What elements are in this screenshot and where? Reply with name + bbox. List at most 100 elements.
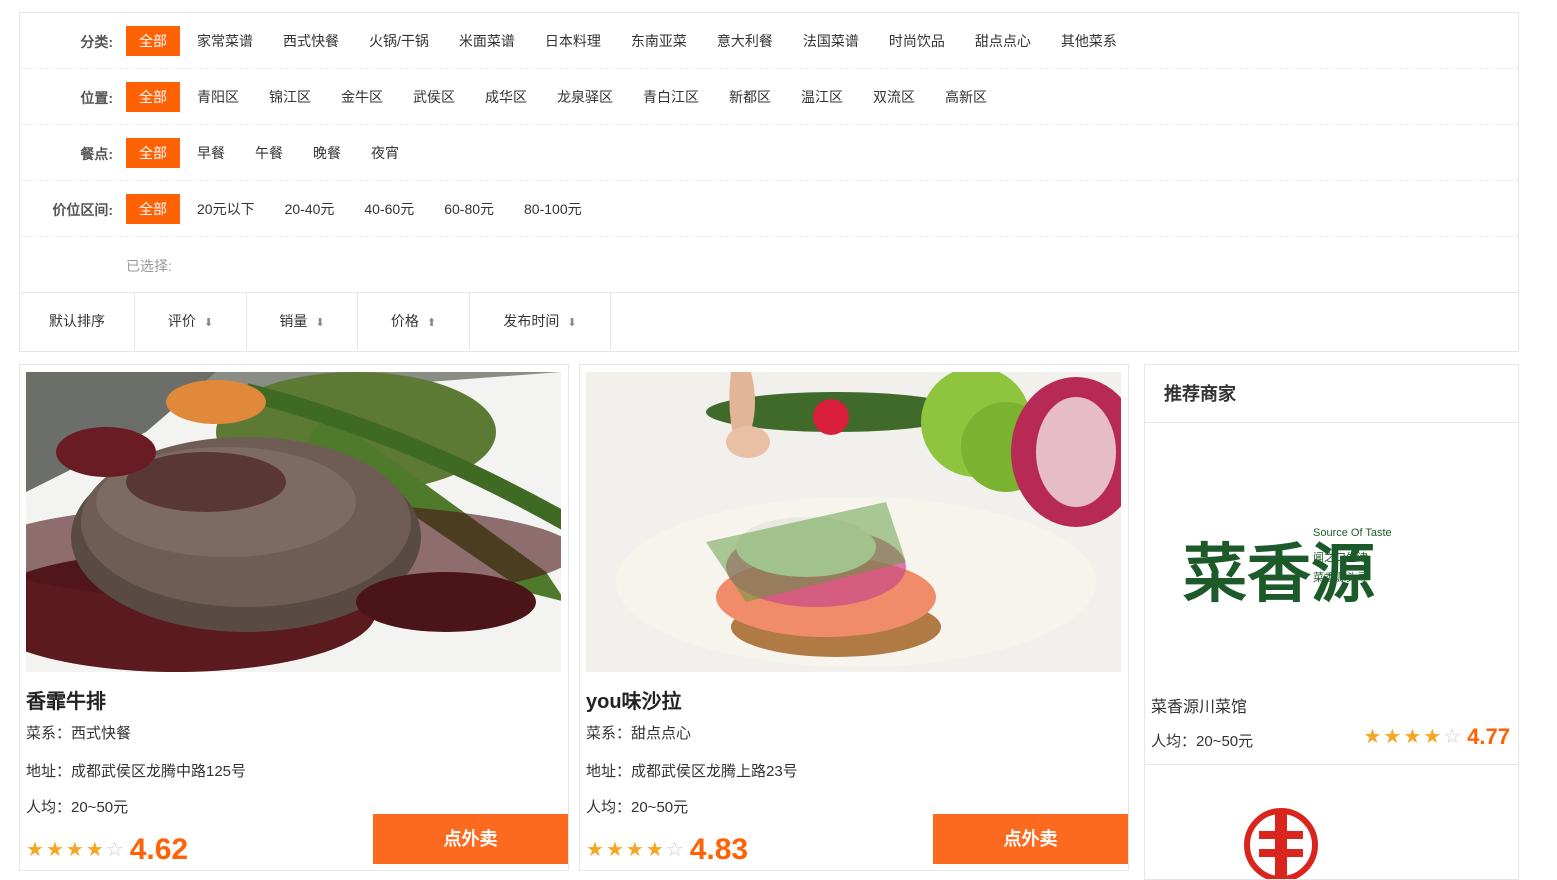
arrow-down-icon: ⬇	[315, 317, 325, 329]
star-filled-icon: ★	[625, 839, 644, 861]
filter-option[interactable]: 80-100元	[511, 194, 595, 224]
filter-label: 分类:	[80, 34, 113, 50]
filter-option[interactable]: 40-60元	[351, 194, 427, 224]
svg-text:闻之口生津: 闻之口生津	[1313, 550, 1368, 564]
merchant-name[interactable]: 菜香源川菜馆	[1151, 693, 1247, 717]
filter-option[interactable]: 成华区	[472, 82, 540, 112]
recommended-merchants-panel: 推荐商家 菜香源 Source Of Taste 闻之口生津 菜香源头寻 菜香源…	[1144, 364, 1519, 880]
salad-photo[interactable]	[586, 372, 1121, 672]
sort-option[interactable]: 发布时间 ⬇	[470, 293, 611, 350]
merchant-card[interactable]	[1145, 765, 1518, 879]
filter-options: 全部 青阳区 锦江区 金牛区 武侯区 成华区 龙泉驿区 青白江区 新都区 温江区 双流区 高新区	[126, 82, 1004, 112]
dish-rating: ★ ★ ★ ★ ☆ 4.62	[26, 835, 188, 865]
filter-option[interactable]: 双流区	[860, 82, 928, 112]
filter-option[interactable]: 锦江区	[256, 82, 324, 112]
merchant-score: 4.77	[1467, 724, 1510, 749]
filter-option[interactable]: 夜宵	[358, 138, 412, 168]
filter-option[interactable]: 火锅/干锅	[356, 26, 442, 56]
dish-name[interactable]: you味沙拉	[586, 685, 682, 714]
star-filled-icon: ★	[1383, 726, 1402, 748]
sort-label: 销量	[279, 313, 308, 329]
filter-row-meal: 餐点: 全部 早餐 午餐 晚餐 夜宵	[20, 125, 1518, 181]
sort-option[interactable]: 价格 ⬆	[358, 293, 470, 350]
svg-text:Source Of Taste: Source Of Taste	[1313, 527, 1392, 539]
filter-option[interactable]: 日本料理	[532, 26, 614, 56]
star-filled-icon: ★	[65, 839, 84, 861]
filter-option[interactable]: 法国菜谱	[790, 26, 872, 56]
sort-bar: 默认排序 评价 ⬇ 销量 ⬇ 价格 ⬆ 发布时间 ⬇	[20, 293, 1518, 350]
filter-option[interactable]: 米面菜谱	[446, 26, 528, 56]
rating-stars: ★ ★ ★ ★ ☆	[1363, 726, 1463, 748]
star-filled-icon: ★	[45, 839, 64, 861]
star-empty-icon: ☆	[1443, 726, 1462, 748]
filter-option[interactable]: 金牛区	[328, 82, 396, 112]
filter-option[interactable]: 早餐	[184, 138, 238, 168]
dish-avg-price: 人均：20~50元	[586, 799, 689, 816]
filter-option[interactable]: 全部	[126, 26, 180, 56]
filter-option[interactable]: 西式快餐	[270, 26, 352, 56]
filter-option[interactable]: 20元以下	[184, 194, 268, 224]
dish-card[interactable]: 香霏牛排 菜系：西式快餐 地址：成都武侯区龙腾中路125号 人均：20~50元 …	[19, 364, 569, 871]
filter-option[interactable]: 意大利餐	[704, 26, 786, 56]
sort-label: 评价	[167, 313, 196, 329]
rating-stars: ★ ★ ★ ★ ☆	[586, 839, 686, 861]
arrow-down-icon: ⬇	[567, 317, 577, 329]
filter-option[interactable]: 晚餐	[300, 138, 354, 168]
filter-option[interactable]: 全部	[126, 138, 180, 168]
filter-option[interactable]: 武侯区	[400, 82, 468, 112]
filter-option[interactable]: 60-80元	[431, 194, 507, 224]
sort-label: 发布时间	[503, 313, 560, 329]
filter-option[interactable]: 其他菜系	[1048, 26, 1130, 56]
dish-score: 4.62	[129, 833, 189, 866]
filter-option[interactable]: 青阳区	[184, 82, 252, 112]
merchant-logo[interactable]	[1151, 773, 1401, 879]
sort-option[interactable]: 默认排序	[20, 293, 135, 350]
merchant-card[interactable]: 菜香源 Source Of Taste 闻之口生津 菜香源头寻 菜香源川菜馆 人…	[1145, 423, 1518, 765]
filter-option[interactable]: 时尚饮品	[876, 26, 958, 56]
star-filled-icon: ★	[1363, 726, 1382, 748]
sort-label: 价格	[390, 313, 419, 329]
filter-label: 价位区间:	[52, 202, 113, 218]
dish-name[interactable]: 香霏牛排	[26, 685, 106, 714]
sort-label: 默认排序	[49, 313, 105, 329]
sort-option[interactable]: 销量 ⬇	[247, 293, 358, 350]
star-filled-icon: ★	[645, 839, 664, 861]
merchant-rating: ★ ★ ★ ★ ☆ 4.77	[1363, 724, 1510, 750]
filter-options: 全部 家常菜谱 西式快餐 火锅/干锅 米面菜谱 日本料理 东南亚菜 意大利餐 法国菜谱 时尚饮品甜…	[126, 26, 1134, 56]
filter-option[interactable]: 青白江区	[630, 82, 712, 112]
filter-option[interactable]: 温江区	[788, 82, 856, 112]
filter-label: 位置:	[80, 90, 113, 106]
filter-option[interactable]: 全部	[126, 194, 180, 224]
dish-address: 地址：成都武侯区龙腾中路125号	[26, 763, 247, 780]
merchant-logo[interactable]: 菜香源 Source Of Taste 闻之口生津 菜香源头寻	[1151, 431, 1511, 681]
filter-option[interactable]: 20-40元	[272, 194, 348, 224]
filter-row-category: 分类: 全部 家常菜谱 西式快餐 火锅/干锅 米面菜谱 日本料理 东南亚菜 意大利餐 法国菜谱时…	[20, 13, 1518, 69]
star-filled-icon: ★	[1423, 726, 1442, 748]
dish-score: 4.83	[689, 833, 749, 866]
filter-label: 餐点:	[80, 146, 113, 162]
order-delivery-button[interactable]: 点外卖	[933, 814, 1128, 864]
filter-option[interactable]: 家常菜谱	[184, 26, 266, 56]
filter-option[interactable]: 甜点点心	[962, 26, 1044, 56]
star-filled-icon: ★	[85, 839, 104, 861]
sort-option[interactable]: 评价 ⬇	[135, 293, 247, 350]
sidebar-title: 推荐商家	[1145, 365, 1518, 423]
filter-option[interactable]: 东南亚菜	[618, 26, 700, 56]
filter-options: 全部 20元以下 20-40元 40-60元 60-80元 80-100元	[126, 194, 599, 224]
star-filled-icon: ★	[1403, 726, 1422, 748]
filter-option[interactable]: 新都区	[716, 82, 784, 112]
order-delivery-button[interactable]: 点外卖	[373, 814, 568, 864]
steak-photo[interactable]	[26, 372, 561, 672]
filter-options: 全部 早餐 午餐 晚餐 夜宵	[126, 138, 416, 168]
filter-panel: 分类: 全部 家常菜谱 西式快餐 火锅/干锅 米面菜谱 日本料理 东南亚菜 意大利餐 法国菜谱时…	[19, 12, 1519, 352]
star-filled-icon: ★	[26, 839, 44, 861]
dish-address: 地址：成都武侯区龙腾上路23号	[586, 763, 798, 780]
dish-cuisine: 菜系：甜点点心	[586, 725, 692, 742]
filter-option[interactable]: 龙泉驿区	[544, 82, 626, 112]
filter-option[interactable]: 午餐	[242, 138, 296, 168]
dish-card[interactable]: you味沙拉 菜系：甜点点心 地址：成都武侯区龙腾上路23号 人均：20~50元…	[579, 364, 1129, 871]
filter-option[interactable]: 高新区	[932, 82, 1000, 112]
filter-option[interactable]: 全部	[126, 82, 180, 112]
rating-stars: ★ ★ ★ ★ ☆	[26, 839, 126, 861]
star-empty-icon: ☆	[665, 839, 684, 861]
